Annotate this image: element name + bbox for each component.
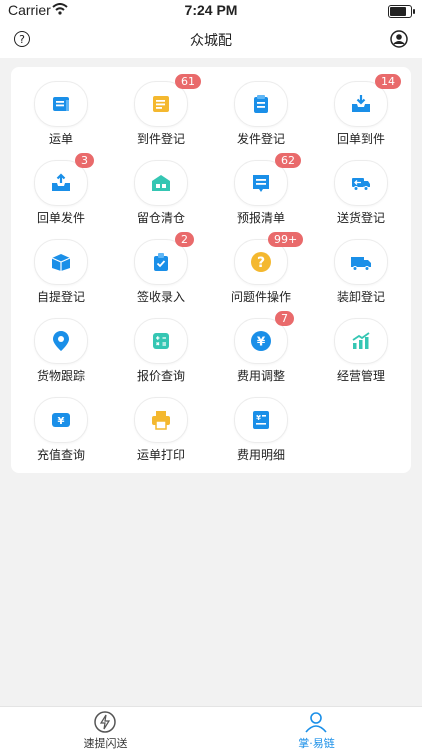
grid-item-label: 问题件操作 — [230, 290, 291, 304]
count-badge: 62 — [275, 153, 301, 168]
calculator-icon — [153, 333, 169, 349]
fee-detail-icon: ¥ — [253, 411, 269, 429]
grid-item-label: 运单打印 — [136, 448, 185, 462]
grid-item-label: 签收录入 — [136, 290, 185, 304]
dispatch-register-icon — [254, 95, 268, 113]
grid-item[interactable]: 预报清单 62 — [211, 148, 311, 227]
grid-item-label: 货物跟踪 — [36, 369, 85, 383]
forecast-list-icon — [253, 175, 269, 192]
tab-quick-delivery[interactable]: 速提闪送 — [0, 707, 211, 751]
grid-item-label: 运单 — [48, 132, 73, 146]
grid-item-label: 发件登记 — [236, 132, 285, 146]
grid-item-label: 预报清单 — [236, 211, 285, 225]
status-bar: Carrier 7:24 PM — [0, 0, 422, 22]
yen-coin-icon: ¥ — [251, 331, 271, 351]
svg-text:¥: ¥ — [58, 416, 65, 427]
grid-item-label: 回单发件 — [36, 211, 85, 225]
grid-item-label: 费用调整 — [236, 369, 285, 383]
tab-easy-chain[interactable]: 掌·易链 — [211, 707, 422, 751]
grid-item-label: 留仓清仓 — [136, 211, 185, 225]
grid-item[interactable]: ? 问题件操作 99+ — [211, 227, 311, 306]
grid-item-icon-wrap — [134, 160, 188, 206]
count-badge: 14 — [375, 74, 401, 89]
grid-item-label: 充值查询 — [36, 448, 85, 462]
grid-item-icon-wrap — [34, 81, 88, 127]
grid-item-icon-wrap — [334, 239, 388, 285]
grid-item[interactable]: 留仓清仓 — [111, 148, 211, 227]
warehouse-icon — [152, 175, 170, 191]
count-badge: 3 — [75, 153, 94, 168]
function-grid: 运单 到件登记 61 发件登记 回单到件 14 回单发件 3 留仓清仓 预报清单 62 送货登记自提登… — [11, 67, 411, 473]
grid-item[interactable]: ¥ 费用明细 — [211, 385, 311, 464]
grid-item-icon-wrap — [334, 160, 388, 206]
bar-chart-icon — [352, 332, 370, 349]
lightning-icon — [94, 711, 116, 733]
grid-item-icon-wrap — [234, 81, 288, 127]
waybill-icon — [53, 97, 69, 111]
pickup-box-icon — [51, 254, 71, 271]
grid-item-label: 自提登记 — [36, 290, 85, 304]
count-badge: 2 — [175, 232, 194, 247]
grid-item[interactable]: 回单发件 3 — [11, 148, 111, 227]
nav-bar: ? 众城配 — [0, 22, 422, 58]
grid-item[interactable]: 装卸登记 — [311, 227, 411, 306]
grid-item[interactable]: ¥ 费用调整 7 — [211, 306, 311, 385]
grid-item-icon-wrap — [34, 239, 88, 285]
count-badge: 7 — [275, 311, 294, 326]
question-icon: ? — [251, 252, 271, 272]
page-title: 众城配 — [190, 33, 232, 49]
tab-label: 掌·易链 — [298, 737, 335, 750]
grid-item-icon-wrap: ¥ — [234, 397, 288, 443]
location-pin-icon — [53, 331, 69, 351]
receipt-dispatch-icon — [52, 173, 70, 191]
grid-item[interactable]: 运单打印 — [111, 385, 211, 464]
grid-item-icon-wrap — [34, 318, 88, 364]
grid-item-label: 费用明细 — [236, 448, 285, 462]
delivery-truck-icon — [352, 178, 370, 191]
grid-item-icon-wrap — [134, 397, 188, 443]
svg-text:¥: ¥ — [257, 335, 266, 349]
printer-icon — [152, 411, 170, 430]
grid-item-icon-wrap: ¥ — [34, 397, 88, 443]
grid-item[interactable]: ¥ 充值查询 — [11, 385, 111, 464]
receipt-arrival-icon — [352, 95, 370, 112]
grid-item-icon-wrap — [134, 318, 188, 364]
grid-item-label: 到件登记 — [136, 132, 185, 146]
grid-item-icon-wrap — [334, 318, 388, 364]
count-badge: 99+ — [268, 232, 304, 247]
grid-item-label: 报价查询 — [136, 369, 185, 383]
svg-text:?: ? — [257, 255, 265, 271]
arrival-register-icon — [153, 96, 169, 112]
grid-item[interactable]: 签收录入 2 — [111, 227, 211, 306]
grid-item[interactable]: 送货登记 — [311, 148, 411, 227]
svg-text:¥: ¥ — [256, 414, 261, 422]
grid-item-label: 经营管理 — [336, 369, 385, 383]
grid-item-label: 送货登记 — [336, 211, 385, 225]
grid-item[interactable]: 自提登记 — [11, 227, 111, 306]
grid-item[interactable]: 运单 — [11, 69, 111, 148]
grid-item[interactable]: 报价查询 — [111, 306, 211, 385]
grid-item[interactable]: 回单到件 14 — [311, 69, 411, 148]
grid-item[interactable]: 发件登记 — [211, 69, 311, 148]
sign-receipt-icon — [154, 253, 168, 271]
recharge-icon: ¥ — [52, 413, 70, 427]
loading-truck-icon — [351, 257, 371, 271]
user-icon — [305, 712, 327, 733]
tab-bar: 速提闪送 掌·易链 — [0, 706, 422, 751]
grid-item[interactable]: 货物跟踪 — [11, 306, 111, 385]
grid-item[interactable]: 到件登记 61 — [111, 69, 211, 148]
status-time: 7:24 PM — [184, 2, 238, 18]
grid-item[interactable]: 经营管理 — [311, 306, 411, 385]
profile-button[interactable] — [390, 30, 408, 48]
battery-icon — [388, 5, 415, 18]
grid-item-label: 装卸登记 — [336, 290, 385, 304]
grid-item-label: 回单到件 — [336, 132, 385, 146]
tab-label: 速提闪送 — [83, 737, 128, 750]
count-badge: 61 — [175, 74, 201, 89]
